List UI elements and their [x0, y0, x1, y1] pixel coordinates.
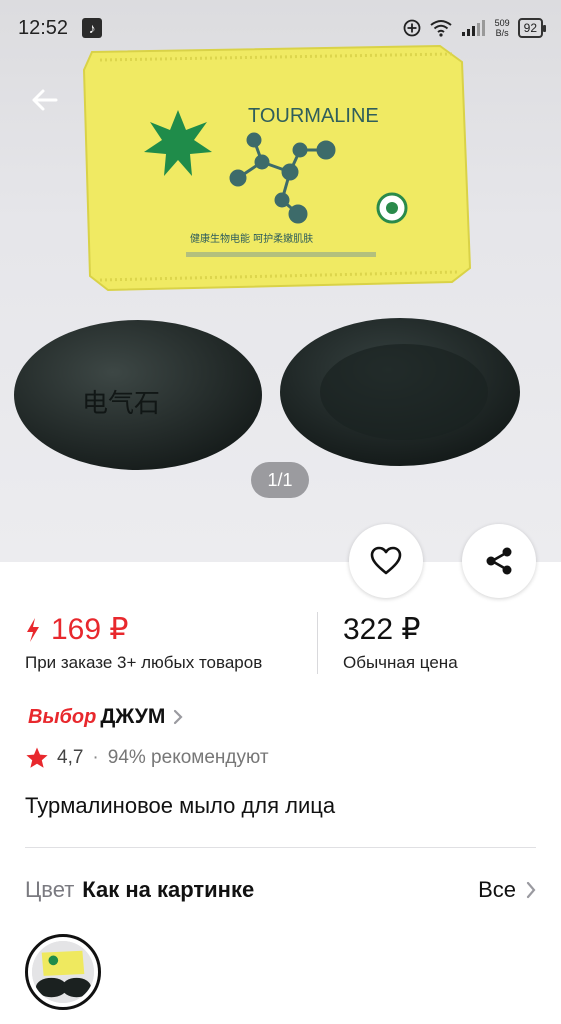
- gallery-counter: 1/1: [251, 462, 309, 498]
- rating-separator: ·: [92, 747, 99, 768]
- all-colors-button[interactable]: Все: [478, 877, 536, 903]
- network-speed-value: 509: [494, 18, 510, 28]
- network-speed: 509 B/s: [495, 18, 510, 38]
- price-divider: [317, 612, 318, 674]
- wifi-icon: [429, 20, 452, 37]
- status-icons: 509 B/s 92: [403, 18, 547, 38]
- status-bar: 12:52 ♪ 509 B/s 92: [0, 0, 561, 56]
- rating-row[interactable]: 4,7 · 94% рекомендуют: [25, 743, 269, 773]
- heart-icon: [370, 546, 402, 575]
- package-subtitle-text: 健康生物电能 呵护柔嫩肌肤: [190, 232, 313, 245]
- lightning-icon: [27, 617, 39, 642]
- back-button[interactable]: [22, 80, 66, 120]
- all-colors-label: Все: [478, 877, 516, 902]
- color-swatch-thumbnail: [32, 941, 94, 1003]
- swatch-product-image: [32, 941, 94, 1003]
- sale-price: 169 ₽: [25, 612, 128, 647]
- color-swatch-selected[interactable]: [25, 934, 101, 1010]
- data-saver-icon: [403, 19, 421, 37]
- recommend-percent: 94% рекомендуют: [107, 747, 269, 768]
- star-icon: [26, 747, 48, 768]
- color-variant-row: Цвет Как на картинке Все: [25, 873, 536, 907]
- battery-icon: 92: [517, 18, 547, 38]
- rating-value: 4,7: [57, 747, 84, 768]
- sale-price-value: 169 ₽: [51, 613, 129, 646]
- music-app-icon: ♪: [82, 18, 103, 38]
- brand-link[interactable]: Выбор ДЖУМ: [28, 702, 183, 732]
- product-title: Турмалиновое мыло для лица: [25, 793, 336, 818]
- color-label: Цвет: [25, 877, 75, 902]
- sale-price-note: При заказе 3+ любых товаров: [25, 653, 263, 672]
- soap-engraving-text: 电气石: [82, 389, 160, 419]
- brand-name: ДЖУМ: [100, 705, 166, 728]
- chevron-right-icon: [174, 709, 183, 725]
- chevron-right-icon: [526, 881, 536, 899]
- regular-price-note: Обычная цена: [343, 653, 458, 672]
- price-block: 169 ₽ При заказе 3+ любых товаров 322 ₽ …: [0, 600, 561, 680]
- divider: [25, 847, 536, 848]
- regular-price: 322 ₽: [343, 613, 421, 646]
- favorite-button[interactable]: [349, 524, 423, 598]
- signal-icon: [461, 20, 485, 36]
- product-gallery[interactable]: TOURMALINE 健康生物电能 呵护柔嫩肌肤 电气石 12:52 ♪ 509…: [0, 0, 561, 562]
- arrow-left-icon: [32, 89, 58, 111]
- color-value: Как на картинке: [82, 877, 255, 902]
- status-time: 12:52: [18, 16, 69, 39]
- brand-prefix: Выбор: [28, 705, 97, 728]
- network-speed-unit: B/s: [495, 28, 509, 38]
- share-icon: [486, 547, 512, 575]
- share-button[interactable]: [462, 524, 536, 598]
- package-brand-text: TOURMALINE: [248, 105, 379, 127]
